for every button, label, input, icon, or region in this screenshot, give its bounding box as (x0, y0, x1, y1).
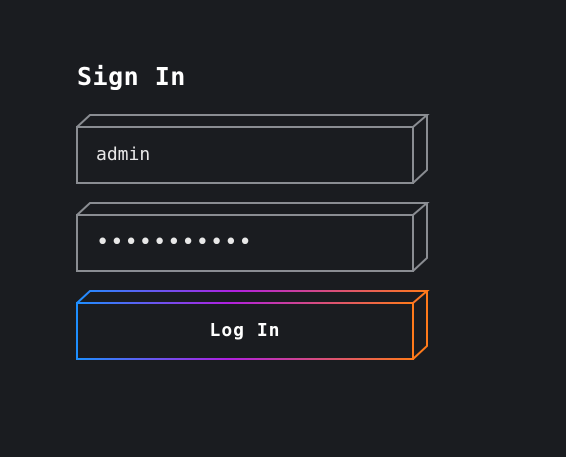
username-input[interactable] (78, 127, 412, 181)
page-title: Sign In (77, 62, 186, 91)
sign-in-page: Sign In admin ••••••••••• Log In (0, 0, 566, 457)
password-field[interactable] (76, 202, 430, 272)
password-input[interactable] (78, 215, 412, 269)
username-field[interactable] (76, 114, 430, 184)
login-button-label: Log In (209, 319, 281, 341)
login-button[interactable]: Log In (76, 290, 430, 360)
